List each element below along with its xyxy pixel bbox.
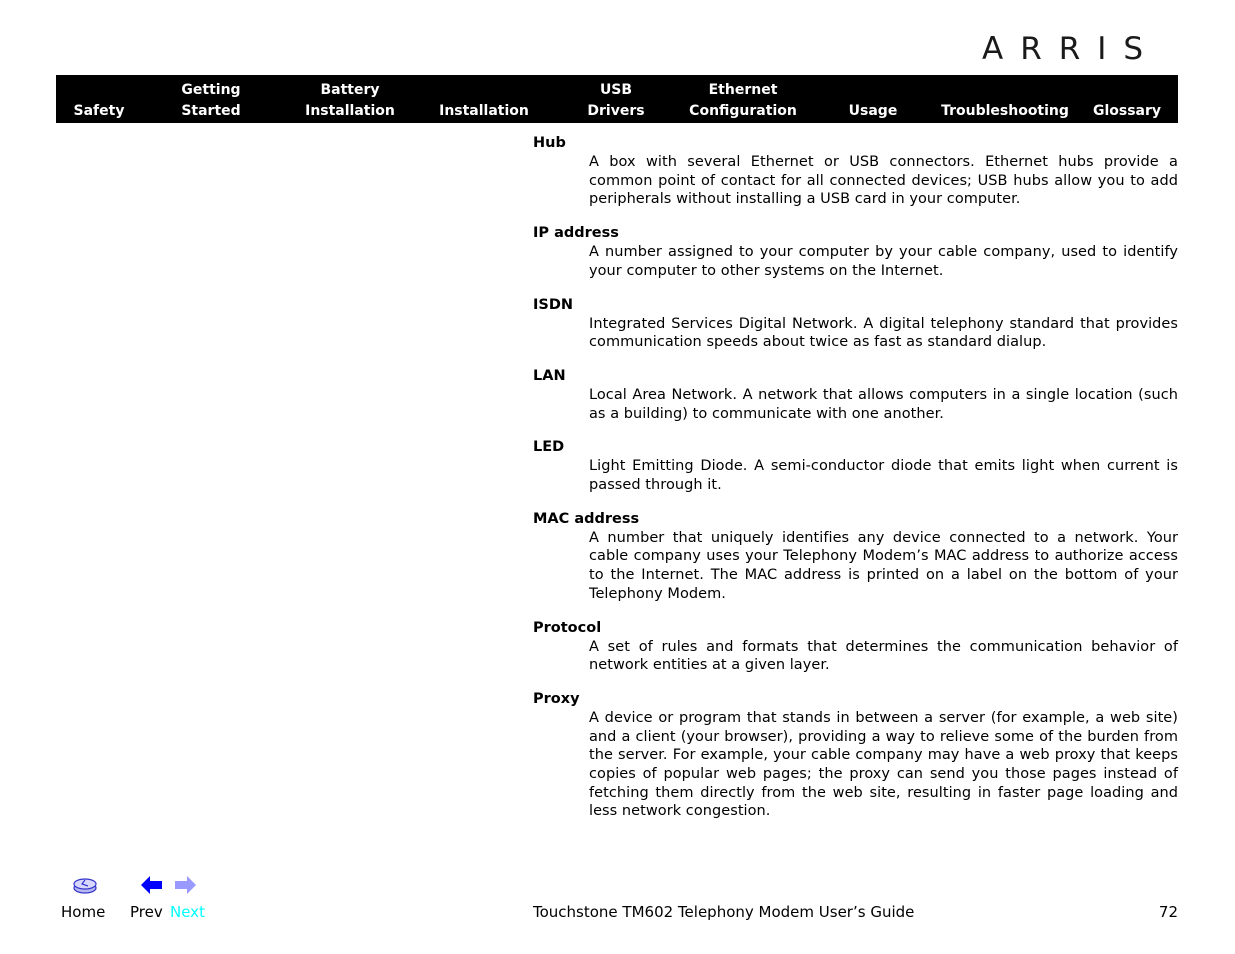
glossary-definition: A device or program that stands in betwe… [589, 709, 1178, 820]
next-label: Next [170, 903, 205, 921]
glossary-term: LAN [533, 367, 566, 384]
nav-label-line1: Battery [320, 82, 380, 98]
nav-troubleshooting[interactable]: Troubleshooting [936, 75, 1074, 123]
arris-logo: ARRIS [982, 32, 1160, 62]
nav-label-line2: Started [181, 103, 241, 119]
glossary-term: Hub [533, 135, 566, 151]
arrow-left-icon [141, 876, 162, 894]
nav-installation[interactable]: Installation [430, 75, 538, 123]
prev-label: Prev [130, 903, 163, 921]
glossary-definition: Light Emitting Diode. A semi-conductor d… [589, 458, 1178, 494]
nav-label-line1: Ethernet [708, 82, 778, 98]
nav-ethernet-configuration[interactable]: Ethernet Configuration [682, 75, 804, 123]
nav-label-line2: Configuration [689, 103, 797, 119]
next-button[interactable]: Next [170, 874, 208, 924]
glossary-term: Proxy [533, 690, 580, 707]
nav-label-line2: Safety [73, 103, 125, 119]
arrow-right-icon [175, 876, 196, 894]
glossary-list: Hub A box with several Ethernet or USB c… [533, 134, 1178, 836]
glossary-entry-led: LED Light Emitting Diode. A semi-conduct… [533, 438, 1178, 494]
glossary-entry-ip-address: IP address A number assigned to your com… [533, 224, 1178, 280]
glossary-definition: Local Area Network. A network that allow… [589, 386, 1178, 422]
document-title: Touchstone TM602 Telephony Modem User’s … [533, 903, 915, 921]
glossary-entry-proxy: Proxy A device or program that stands in… [533, 690, 1178, 821]
glossary-entry-protocol: Protocol A set of rules and formats that… [533, 619, 1178, 675]
glossary-definition: A number that uniquely identifies any de… [589, 529, 1178, 602]
nav-label-line1: USB [599, 82, 633, 98]
glossary-definition: A set of rules and formats that determin… [589, 638, 1178, 674]
nav-usage[interactable]: Usage [836, 75, 910, 123]
glossary-entry-isdn: ISDN Integrated Services Digital Network… [533, 296, 1178, 352]
glossary-term: LED [533, 439, 565, 456]
nav-label-line1: Getting [181, 82, 241, 98]
home-button[interactable]: Home [61, 874, 107, 924]
nav-battery-installation[interactable]: Battery Installation [296, 75, 404, 123]
glossary-entry-mac-address: MAC address A number that uniquely ident… [533, 510, 1178, 604]
nav-label-line2: Usage [848, 103, 898, 119]
nav-label-line2: Installation [439, 103, 529, 119]
nav-glossary[interactable]: Glossary [1088, 75, 1166, 123]
chapter-navbar: Safety Getting Started Battery Installat… [56, 75, 1178, 123]
glossary-term: Protocol [533, 619, 602, 636]
glossary-entry-hub: Hub A box with several Ethernet or USB c… [533, 134, 1178, 209]
glossary-term: MAC address [533, 510, 640, 527]
glossary-definition: A number assigned to your computer by yo… [589, 244, 1178, 279]
nav-usb-drivers[interactable]: USB Drivers [576, 75, 656, 123]
prev-button[interactable]: Prev [130, 874, 166, 924]
glossary-definition: A box with several Ethernet or USB conne… [589, 154, 1178, 208]
glossary-definition: Integrated Services Digital Network. A d… [589, 315, 1178, 351]
home-label: Home [61, 903, 106, 921]
svg-text:ARRIS: ARRIS [982, 32, 1160, 62]
home-disc-icon [73, 878, 97, 894]
nav-safety[interactable]: Safety [56, 75, 142, 123]
nav-getting-started[interactable]: Getting Started [168, 75, 254, 123]
glossary-entry-lan: LAN Local Area Network. A network that a… [533, 367, 1178, 423]
glossary-term: IP address [533, 225, 619, 242]
nav-label-line2: Glossary [1092, 103, 1162, 119]
nav-label-line2: Installation [305, 103, 395, 119]
nav-label-line2: Drivers [587, 103, 645, 119]
glossary-term: ISDN [533, 296, 574, 313]
nav-label-line2: Troubleshooting [941, 103, 1069, 119]
page-number: 72 [1158, 903, 1178, 921]
